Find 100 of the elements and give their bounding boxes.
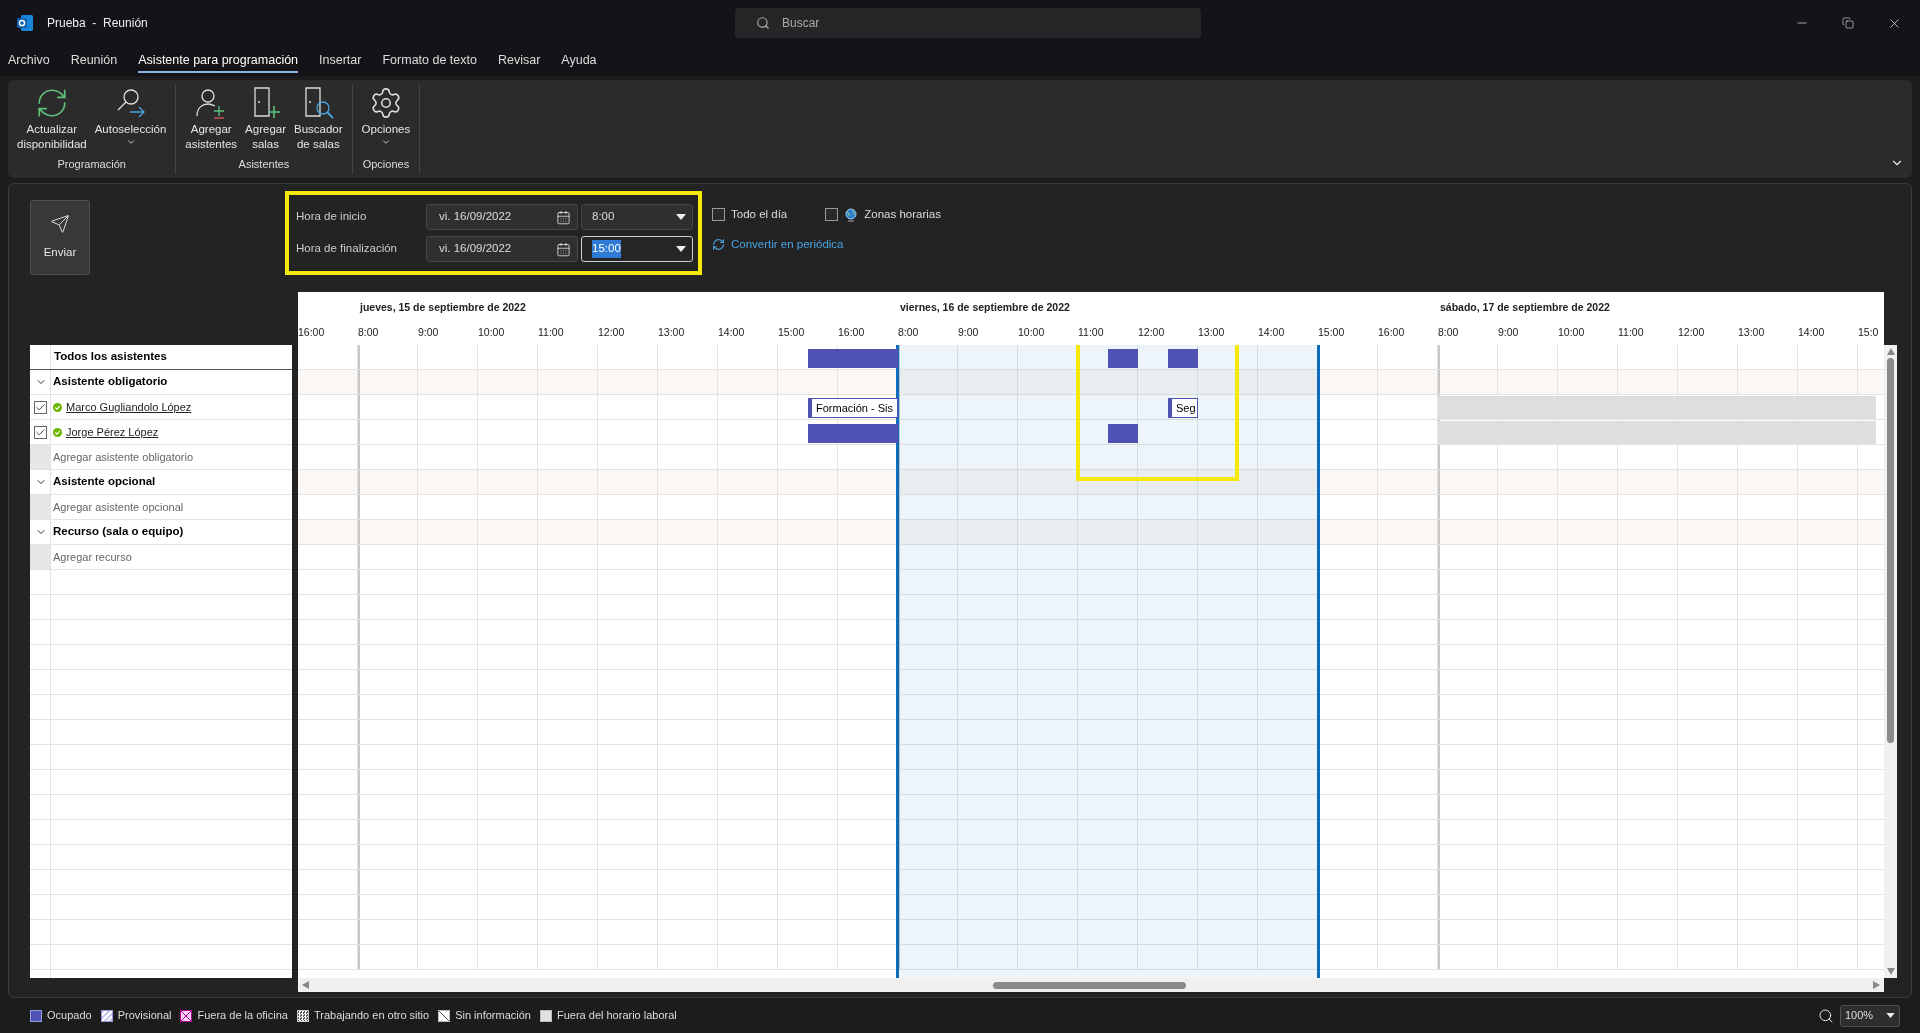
ribbon-tab[interactable]: Asistente para programación [138,49,299,73]
scroll-up-icon[interactable] [1886,348,1895,355]
ribbon-tab[interactable]: Reunión [70,49,118,73]
hatched-square-icon [100,1009,113,1022]
date-field[interactable]: vi. 16/09/2022 [426,204,578,230]
ribbon-tab[interactable]: Archivo [8,49,50,73]
hour-label: 10:00 [1018,326,1045,338]
field-label: Hora de inicio [296,209,368,225]
caret-icon [1886,1013,1895,1018]
hour-label: 11:00 [1618,326,1644,338]
add-placeholder-text[interactable]: Agregar asistente obligatorio [51,448,194,466]
group-heading: Asistente opcional [52,474,156,490]
day-heading: jueves, 15 de septiembre de 2022 [360,300,526,316]
zoom-icon[interactable] [1818,1007,1834,1024]
legend-label: Ocupado [47,1008,92,1024]
add-placeholder-text[interactable]: Agregar recurso [51,548,132,566]
option-checkbox[interactable]: Zonas horarias [825,206,941,224]
hour-label: 14:00 [718,326,745,338]
ribbon-tab[interactable]: Formato de texto [382,49,477,73]
slashed-square-icon [438,1009,451,1022]
hour-label: 11:00 [1078,326,1104,338]
ribbon-button[interactable]: Agregar salas [242,84,289,156]
hour-label: 15:00 [778,326,805,338]
globe-icon [844,207,859,222]
scroll-left-icon[interactable] [302,981,309,989]
hour-label: 8:00 [898,326,919,338]
appointment-block: Formación - Sis [808,398,898,418]
field-label: Hora de finalización [296,241,398,257]
hour-label: 10:00 [1558,326,1585,338]
hour-label: 8:00 [358,326,379,338]
hour-label: 9:00 [958,326,979,338]
attendee-checkbox[interactable] [34,425,47,439]
scrollbar-thumb[interactable] [993,981,1186,989]
time-dropdown[interactable]: 8:00 [581,204,693,230]
scrollbar-thumb[interactable] [1887,358,1894,743]
scroll-down-icon[interactable] [1886,968,1895,975]
ribbon-tab[interactable]: Insertar [319,49,362,73]
attendee-name-link[interactable]: Marco Gugliandolo López [66,398,192,416]
group-heading: Asistente obligatorio [52,374,168,390]
send-button[interactable]: Enviar [30,200,90,275]
window-title: Prueba - Reunión [47,15,148,32]
ribbon-button[interactable]: Actualizar disponibilidad [14,84,90,156]
hour-label: 9:00 [1498,326,1519,338]
time-dropdown[interactable]: 15:00 [581,236,693,262]
group-label: Programación [57,156,126,172]
hour-label: 16:00 [1378,326,1405,338]
hour-label: 12:00 [1678,326,1705,338]
ribbon-button[interactable]: Autoselección [91,84,170,156]
legend-label: Fuera de la oficina [197,1008,288,1024]
group-label: Opciones [362,156,410,172]
legend-label: Trabajando en otro sitio [313,1008,430,1024]
dotted-square-icon [296,1009,309,1022]
hour-label: 16:00 [298,326,325,338]
add-placeholder-text[interactable]: Agregar asistente opcional [51,498,184,516]
hour-label: 12:00 [1138,326,1165,338]
hour-label: 15:00 [1318,326,1345,338]
option-checkbox[interactable]: Todo el día [712,206,788,224]
date-field[interactable]: vi. 16/09/2022 [426,236,578,262]
hour-label: 14:00 [1798,326,1825,338]
available-status-icon [53,427,62,437]
ribbon-button[interactable]: Agregar asistentes [182,84,241,156]
hour-label: 13:00 [1738,326,1765,338]
hour-label: 15:0 [1858,326,1879,338]
legend-label: Provisional [117,1008,172,1024]
calendar-icon[interactable] [556,241,571,257]
hour-label: 13:00 [658,326,685,338]
send-icon [50,213,70,234]
legend-label: Sin información [455,1008,531,1024]
ribbon-tab[interactable]: Ayuda [561,49,597,73]
meeting-time-selection[interactable] [896,345,1320,978]
crossed-square-icon [180,1009,193,1022]
search-icon [756,16,770,30]
appointment-block: Seg [1168,398,1198,418]
caret-icon [676,246,686,252]
attendee-checkbox[interactable] [34,400,47,414]
scroll-right-icon[interactable] [1873,981,1880,989]
ribbon-button[interactable]: Opciones [358,84,414,156]
hour-label: 14:00 [1258,326,1285,338]
recurrence-icon [712,238,725,252]
mail-app-logo [16,14,34,32]
zoom-dropdown[interactable]: 100% [1840,1004,1900,1027]
available-status-icon [53,402,62,412]
ribbon-button[interactable]: Buscador de salas [291,84,346,156]
filled-square-icon [30,1009,42,1022]
legend-label: Fuera del horario laboral [556,1008,677,1024]
search-field[interactable]: Buscar [735,8,1201,38]
calendar-icon[interactable] [556,209,571,225]
attendee-name-link[interactable]: Jorge Pérez López [66,423,159,441]
caret-icon [676,214,686,220]
hour-label: 10:00 [478,326,505,338]
group-label: Asistentes [238,156,290,172]
hour-label: 16:00 [838,326,865,338]
ribbon-tab[interactable]: Revisar [497,49,541,73]
recurrence-link[interactable]: Convertir en periódica [712,236,941,254]
restore-icon[interactable] [1842,17,1854,29]
hour-label: 13:00 [1198,326,1225,338]
hour-label: 8:00 [1438,326,1459,338]
plain-square-icon [539,1009,552,1022]
horizontal-scrollbar[interactable] [298,978,1884,992]
vertical-scrollbar[interactable] [1884,345,1897,978]
